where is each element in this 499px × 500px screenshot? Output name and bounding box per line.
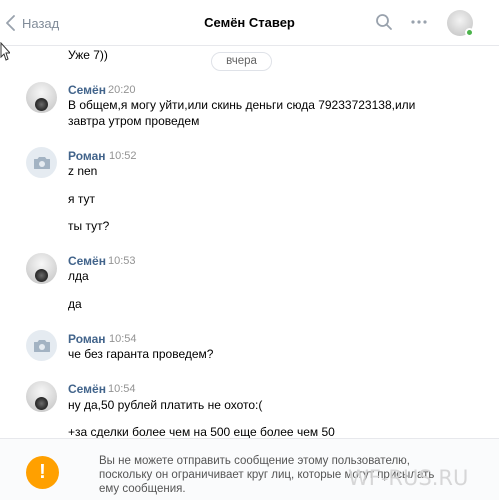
message-time: 10:54 [109, 333, 137, 345]
message-author[interactable]: Семён [68, 382, 106, 396]
message-text: лда [68, 269, 89, 283]
camera-icon [33, 339, 50, 352]
message-time: 10:53 [108, 255, 136, 267]
message-text: че без гаранта проведем? [68, 347, 214, 361]
header-avatar[interactable] [447, 10, 474, 37]
online-indicator [465, 28, 474, 37]
message-text: я тут [68, 192, 95, 206]
date-divider: вчера [211, 52, 272, 71]
message-time: 20:20 [108, 84, 136, 96]
avatar[interactable] [26, 253, 57, 284]
message-text: ну да,50 рублей платить не охото:( [68, 398, 263, 412]
camera-icon [33, 156, 50, 169]
message-author[interactable]: Роман [68, 332, 106, 346]
avatar[interactable] [26, 82, 57, 113]
avatar[interactable] [26, 381, 57, 412]
more-icon[interactable] [410, 16, 428, 31]
search-icon[interactable] [375, 13, 393, 34]
chat-header: Назад Семён Ставер [0, 0, 499, 46]
message-text: Уже 7)) [68, 48, 108, 62]
message-text: ты тут? [68, 219, 110, 233]
mouse-cursor-icon [0, 42, 10, 61]
message-text: z nen [68, 164, 98, 178]
notice-text: Вы не можете отправить сообщение этому п… [99, 455, 435, 495]
message-text: В общем,я могу уйти,или скинь деньги сюд… [68, 98, 416, 112]
warning-icon: ! [26, 456, 59, 489]
message-time: 10:52 [109, 150, 137, 162]
message-time: 10:54 [108, 383, 136, 395]
message-author[interactable]: Семён [68, 254, 106, 268]
message-author[interactable]: Роман [68, 149, 106, 163]
message-text: завтра утром проведем [68, 114, 200, 128]
message-author[interactable]: Семён [68, 83, 106, 97]
message-text: да [68, 297, 82, 311]
avatar[interactable] [26, 330, 57, 361]
avatar[interactable] [26, 147, 57, 178]
